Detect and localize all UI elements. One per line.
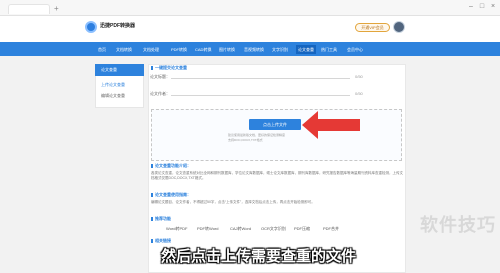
sidebar-header: 论文查重 (95, 64, 144, 76)
nav-item-doc-convert[interactable]: 文档转换 (116, 45, 132, 54)
intro-title: 论文查重功能介绍： (151, 163, 191, 169)
author-label: 论文作者： (150, 91, 170, 96)
close-icon[interactable]: × (488, 2, 498, 12)
vip-button[interactable]: 开通VIP会员 (355, 23, 390, 32)
tag-caj-to-word[interactable]: CAJ转Word (230, 226, 251, 232)
tag-pdf-compress[interactable]: PDF压缩 (294, 226, 310, 232)
nav-item-paper-check[interactable]: 论文查重 (296, 45, 316, 54)
recommend-title: 推荐功能 (151, 216, 171, 222)
nav-item-member[interactable]: 会员中心 (347, 45, 363, 54)
new-tab-button[interactable]: + (54, 5, 62, 13)
tag-word-to-pdf[interactable]: Word转PDF (166, 226, 187, 232)
browser-titlebar: + – □ × (0, 0, 500, 16)
watermark-text: 软件技巧 (420, 215, 496, 235)
video-subtitle: 然后点击上传需要查重的文件 (161, 248, 357, 265)
red-arrow-icon (302, 111, 360, 139)
nav-item-image[interactable]: 图片转换 (219, 45, 235, 54)
form-section-title: 一键提交论文查重 (151, 65, 187, 71)
tag-pdf-merge[interactable]: PDF合并 (323, 226, 339, 232)
nav-item-pdf[interactable]: PDF转换 (171, 45, 187, 54)
related-title: 相关链接 (151, 238, 171, 244)
nav-item-home[interactable]: 首页 (98, 45, 106, 54)
upload-button[interactable]: 点击上传文件 (249, 119, 301, 130)
minimize-icon[interactable]: – (466, 2, 476, 12)
tag-ocr[interactable]: OCR文字识别 (261, 226, 286, 232)
logo-icon[interactable] (85, 21, 97, 33)
nav-item-ocr[interactable]: 文字识别 (272, 45, 288, 54)
title-input[interactable] (171, 78, 350, 79)
howto-title: 论文查重使用指南： (151, 192, 191, 198)
tag-pdf-to-word[interactable]: PDF转Word (197, 226, 218, 232)
author-counter: 0/50 (355, 91, 363, 96)
site-logo-text[interactable]: 迅捷PDF转换器 (100, 22, 135, 29)
site-header (0, 16, 500, 42)
nav-item-av[interactable]: 音视频转换 (244, 45, 264, 54)
upload-hint-line-2: 支持DOC,DOCX,TXT格式 (228, 138, 263, 142)
browser-tab[interactable] (8, 4, 50, 14)
title-counter: 0/50 (355, 74, 363, 79)
upload-hint-line-1: 建议使用最新版文档，更好的保证检测精度 (228, 133, 286, 137)
nav-item-hot-tools[interactable]: 热门工具 (321, 45, 337, 54)
nav-item-cad[interactable]: CAD转换 (195, 45, 211, 54)
sidebar-item-edit-check[interactable]: 编辑论文查重 (101, 93, 125, 99)
sidebar-item-upload-check[interactable]: 上传论文查重 (101, 82, 125, 88)
intro-text: 各类论文查重，论文查重系统对比全网和期刊数据库，学位论文库数据库，硕士论文库数据… (151, 171, 403, 181)
author-input[interactable] (171, 95, 350, 96)
howto-text: 编辑论文题目、论文作者，不得超过50字，点击“上传文件”，选择文档后点击上传，再… (151, 200, 315, 204)
avatar[interactable] (393, 21, 405, 33)
title-label: 论文标题： (150, 74, 170, 79)
maximize-icon[interactable]: □ (477, 2, 487, 12)
nav-item-doc-process[interactable]: 文档处理 (143, 45, 159, 54)
